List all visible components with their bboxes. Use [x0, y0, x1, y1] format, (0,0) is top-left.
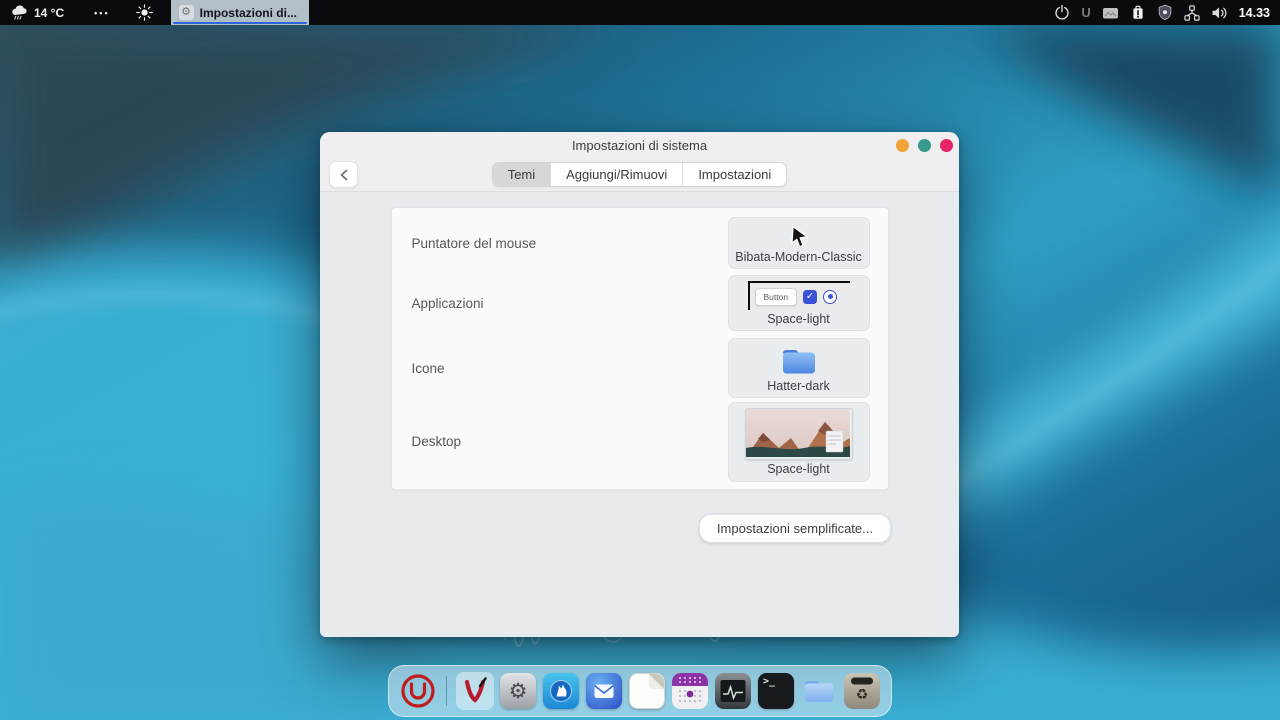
document-icon — [629, 673, 665, 709]
row-label: Puntatore del mouse — [412, 236, 537, 251]
tab-impostazioni[interactable]: Impostazioni — [683, 163, 786, 186]
mail-envelope-icon — [586, 673, 622, 709]
dock-control-center[interactable]: ⚙ — [499, 672, 537, 710]
overflow-menu-icon[interactable]: ••• — [94, 8, 109, 18]
widget-theme-preview: Button ✓ — [748, 281, 850, 310]
preview-checkbox: ✓ — [803, 290, 817, 304]
window-toolbar: Temi Aggiungi/Rimuovi Impostazioni — [320, 158, 959, 192]
active-tab-indicator — [173, 22, 307, 25]
dock-trash[interactable]: ♻ — [843, 672, 881, 710]
simplified-settings-button[interactable]: Impostazioni semplificate... — [699, 514, 891, 543]
dock: ⚙ — [388, 665, 892, 717]
settings-content: Puntatore del mouse Bibata-Modern-Classi… — [320, 192, 959, 637]
taskbar-tab-label: Impostazioni di... — [200, 6, 297, 20]
taskbar-window-tab[interactable]: ⚙ Impostazioni di... — [171, 0, 309, 25]
desktop-theme-row: Desktop — [392, 402, 888, 483]
clock[interactable]: 14.33 — [1239, 6, 1270, 20]
terminal-icon: >_ — [758, 673, 794, 709]
package-update-icon[interactable] — [1130, 4, 1146, 21]
dock-app-launcher[interactable] — [399, 672, 437, 710]
recycle-icon: ♻ — [844, 686, 880, 703]
cursor-theme-name: Bibata-Modern-Classic — [735, 251, 861, 264]
window-title: Impostazioni di sistema — [572, 138, 707, 153]
desktop-theme-tile[interactable]: Space-light — [728, 402, 870, 482]
network-share-icon[interactable] — [1184, 5, 1200, 21]
wolf-browser-icon — [543, 673, 579, 709]
sun-icon — [136, 4, 153, 21]
close-button[interactable] — [940, 139, 953, 152]
mouse-pointer-row: Puntatore del mouse Bibata-Modern-Classi… — [392, 215, 888, 272]
rain-cloud-icon — [10, 4, 29, 21]
wallpaper-thumbnail — [745, 408, 853, 460]
application-theme-name: Space-light — [767, 313, 830, 326]
preview-radio — [823, 290, 837, 304]
screenshot-tray-icon[interactable] — [1102, 5, 1119, 21]
dock-thunderbird-mail[interactable] — [585, 672, 623, 710]
cursor-theme-tile[interactable]: Bibata-Modern-Classic — [728, 217, 870, 269]
terminal-prompt-glyph: >_ — [763, 676, 775, 687]
dock-calendar[interactable] — [671, 672, 709, 710]
dock-librewolf-browser[interactable] — [542, 672, 580, 710]
volume-icon[interactable] — [1211, 5, 1228, 21]
chevron-left-icon — [339, 169, 349, 181]
dock-text-document[interactable] — [628, 672, 666, 710]
dock-system-monitor[interactable] — [714, 672, 752, 710]
row-label: Icone — [412, 361, 445, 376]
settings-window: Impostazioni di sistema Temi Aggiungi/Ri… — [320, 132, 959, 637]
gear-icon: ⚙ — [500, 673, 536, 709]
cursor-arrow-icon — [788, 225, 810, 248]
launcher-u-logo-icon — [400, 673, 436, 709]
power-icon[interactable] — [1054, 4, 1070, 21]
applications-theme-row: Applicazioni Button ✓ Space-light — [392, 272, 888, 335]
dock-separator — [446, 676, 447, 706]
file-manager-folder-icon — [801, 673, 837, 709]
red-swoosh-pen-icon — [457, 673, 493, 709]
themes-card: Puntatore del mouse Bibata-Modern-Classi… — [391, 207, 889, 490]
row-label: Desktop — [412, 434, 462, 449]
row-label: Applicazioni — [412, 296, 484, 311]
back-button[interactable] — [329, 161, 358, 188]
brightness-icon[interactable] — [136, 4, 153, 21]
settings-tab-bar: Temi Aggiungi/Rimuovi Impostazioni — [492, 162, 788, 187]
window-controls — [896, 139, 953, 152]
desktop-theme-name: Space-light — [767, 463, 830, 476]
system-monitor-icon — [715, 673, 751, 709]
window-titlebar[interactable]: Impostazioni di sistema — [320, 132, 959, 158]
settings-gear-icon: ⚙ — [179, 5, 194, 20]
tab-temi[interactable]: Temi — [493, 163, 551, 186]
calendar-icon — [672, 673, 708, 709]
icon-theme-tile[interactable]: Hatter-dark — [728, 338, 870, 398]
page-fold — [649, 674, 664, 689]
icons-theme-row: Icone Hatter-dark — [392, 335, 888, 402]
application-theme-tile[interactable]: Button ✓ Space-light — [728, 275, 870, 331]
dock-draw-pen-app[interactable] — [456, 672, 494, 710]
ubuntu-tray-icon[interactable]: U — [1081, 5, 1090, 20]
weather-temperature: 14 °C — [34, 6, 64, 20]
maximize-button[interactable] — [918, 139, 931, 152]
weather-widget[interactable]: 14 °C — [10, 4, 64, 21]
dock-file-manager[interactable] — [800, 672, 838, 710]
folder-icon — [780, 345, 818, 377]
preview-button: Button — [755, 288, 798, 306]
minimize-button[interactable] — [896, 139, 909, 152]
tab-aggiungi-rimuovi[interactable]: Aggiungi/Rimuovi — [551, 163, 683, 186]
dock-terminal[interactable]: >_ — [757, 672, 795, 710]
top-menu-bar: 14 °C ••• ⚙ Impostazioni di... U — [0, 0, 1280, 25]
icon-theme-name: Hatter-dark — [767, 380, 830, 393]
mountain-wallpaper-preview — [746, 409, 850, 457]
desktop-screen: 14 °C ••• ⚙ Impostazioni di... U — [0, 0, 1280, 720]
security-shield-icon[interactable] — [1157, 4, 1173, 21]
